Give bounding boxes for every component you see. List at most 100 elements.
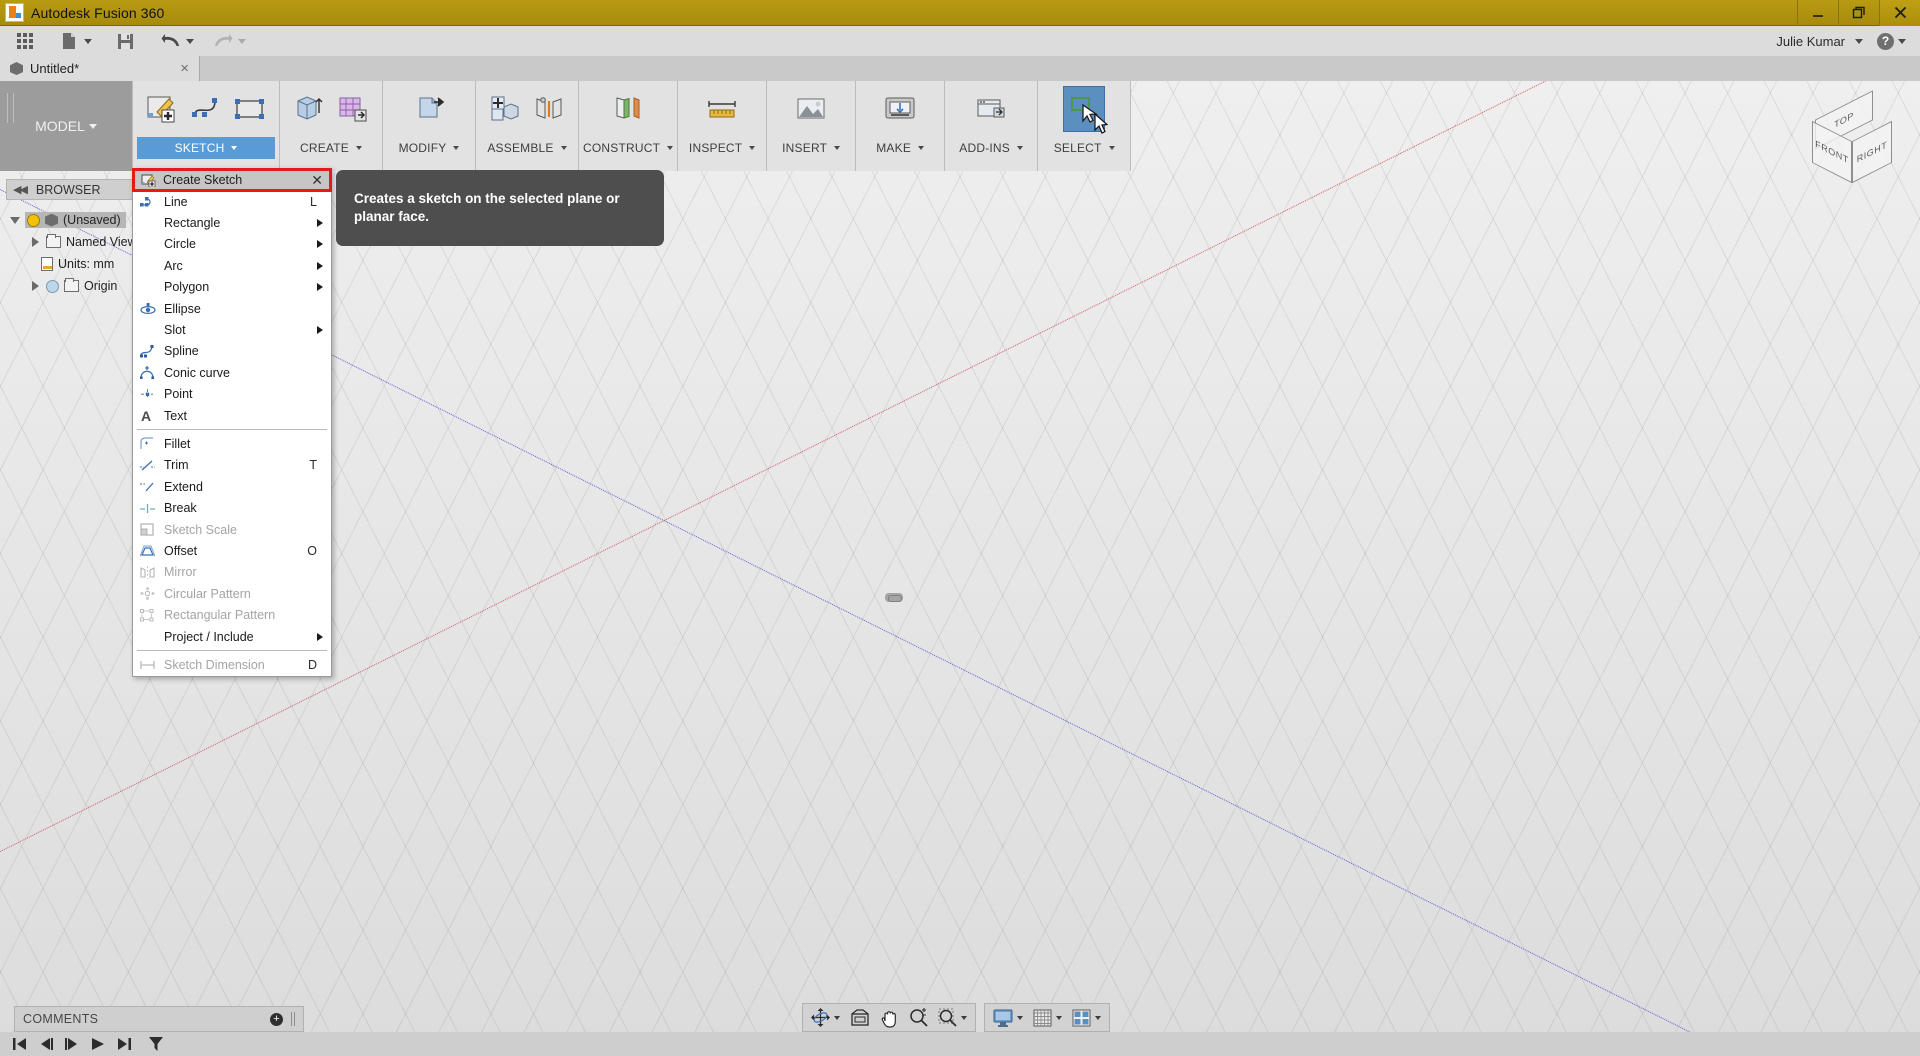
rectangle-button[interactable] [229, 86, 271, 132]
minimize-icon[interactable] [1797, 0, 1838, 26]
document-tab-untitled[interactable]: Untitled* × [0, 56, 200, 81]
chevron-right-icon[interactable] [32, 237, 39, 247]
grip-handle[interactable] [291, 1012, 295, 1026]
menu-item-fillet[interactable]: Fillet [133, 433, 331, 454]
new-document-button[interactable] [54, 26, 96, 56]
restore-icon[interactable] [1838, 0, 1879, 26]
menu-item-line[interactable]: Line L [133, 191, 331, 212]
chevron-down-icon[interactable] [1898, 38, 1906, 44]
look-at-button[interactable] [845, 1004, 875, 1031]
scripts-addins-button[interactable] [970, 86, 1012, 132]
close-icon[interactable]: × [180, 61, 189, 76]
zoom-fit-button[interactable] [933, 1004, 972, 1031]
user-name-label[interactable]: Julie Kumar [1776, 34, 1845, 49]
chevron-down-icon[interactable] [186, 38, 194, 44]
view-cube[interactable]: TOP FRONT RIGHT [1796, 90, 1892, 191]
light-bulb-icon[interactable] [27, 213, 40, 227]
menu-item-break[interactable]: Break [133, 497, 331, 518]
workspace-switcher-model[interactable]: MODEL [0, 81, 132, 171]
chevron-down-icon[interactable] [238, 38, 246, 44]
collapse-left-icon[interactable]: ◀◀ [13, 183, 28, 196]
measure-button[interactable] [701, 86, 743, 132]
create-sketch-button[interactable] [141, 86, 183, 132]
ribbon-tab-sketch[interactable]: SKETCH [137, 137, 275, 159]
ribbon-tab-inspect[interactable]: INSPECT [682, 137, 762, 159]
menu-item-text[interactable]: A Text [133, 405, 331, 426]
ribbon-tab-construct[interactable]: CONSTRUCT [583, 137, 674, 159]
chevron-down-icon[interactable] [1056, 1015, 1062, 1020]
folder-icon [46, 234, 61, 248]
menu-item-polygon[interactable]: Polygon [133, 277, 331, 298]
undo-button[interactable] [156, 26, 198, 56]
chevron-down-icon [231, 146, 238, 150]
menu-item-label: Line [164, 194, 188, 209]
extrude-button[interactable] [288, 86, 330, 132]
menu-item-extend[interactable]: Extend [133, 476, 331, 497]
ribbon-tab-modify[interactable]: MODIFY [387, 137, 471, 159]
zoom-button[interactable] [904, 1004, 933, 1031]
go-to-end-button[interactable] [112, 1033, 136, 1055]
menu-item-project-include[interactable]: Project / Include [133, 626, 331, 647]
chevron-down-icon[interactable] [834, 1015, 840, 1020]
press-pull-button[interactable] [408, 86, 450, 132]
menu-item-point[interactable]: Point [133, 384, 331, 405]
polygon-icon [139, 280, 156, 295]
grid-snaps-button[interactable] [1028, 1004, 1067, 1031]
mesh-create-button[interactable] [332, 86, 374, 132]
sketch-dimension-icon [139, 657, 156, 672]
pan-button[interactable] [875, 1004, 904, 1031]
ribbon-tab-make[interactable]: MAKE [860, 137, 940, 159]
add-comment-icon[interactable]: + [270, 1012, 283, 1026]
3d-print-button[interactable] [879, 86, 921, 132]
new-component-button[interactable] [484, 86, 526, 132]
chevron-down-icon[interactable] [961, 1015, 967, 1020]
chevron-right-icon [317, 261, 323, 270]
menu-header-create-sketch[interactable]: Create Sketch ✕ [132, 168, 332, 192]
menu-item-rectangle[interactable]: Rectangle [133, 212, 331, 233]
menu-item-arc[interactable]: Arc [133, 255, 331, 276]
chevron-down-icon[interactable] [84, 38, 92, 44]
play-button[interactable] [86, 1033, 110, 1055]
spline-button[interactable] [185, 86, 227, 132]
chevron-down-icon[interactable] [1017, 1015, 1023, 1020]
comments-bar[interactable]: COMMENTS + [14, 1006, 304, 1032]
menu-item-trim[interactable]: Trim T [133, 455, 331, 476]
save-button[interactable] [110, 26, 140, 56]
chevron-down-icon[interactable] [1095, 1015, 1101, 1020]
origin-marker[interactable] [885, 593, 903, 602]
chevron-down-icon[interactable] [1855, 38, 1863, 44]
step-back-button[interactable] [34, 1033, 58, 1055]
display-settings-button[interactable] [988, 1004, 1028, 1031]
menu-item-offset[interactable]: Offset O [133, 540, 331, 561]
close-icon[interactable] [1879, 0, 1920, 26]
menu-item-ellipse[interactable]: Ellipse [133, 298, 331, 319]
ribbon-tab-select[interactable]: SELECT [1042, 137, 1126, 159]
filter-button[interactable] [144, 1033, 168, 1055]
ribbon-tab-create[interactable]: CREATE [284, 137, 378, 159]
light-bulb-icon[interactable] [46, 279, 59, 293]
view-cube-face-right[interactable]: RIGHT [1852, 120, 1892, 184]
chevron-right-icon[interactable] [32, 281, 39, 291]
quick-access-toolbar: Julie Kumar ? [0, 26, 1920, 56]
help-icon[interactable]: ? [1877, 32, 1894, 50]
chevron-down-icon[interactable] [10, 216, 20, 224]
menu-item-circle[interactable]: Circle [133, 234, 331, 255]
viewports-button[interactable] [1067, 1004, 1106, 1031]
close-icon[interactable]: ✕ [311, 173, 323, 187]
ribbon-tab-addins[interactable]: ADD-INS [949, 137, 1033, 159]
insert-image-button[interactable] [790, 86, 832, 132]
offset-plane-button[interactable] [607, 86, 649, 132]
redo-button[interactable] [208, 26, 250, 56]
ribbon-panel-assemble: ASSEMBLE [476, 81, 579, 171]
ribbon-tab-assemble[interactable]: ASSEMBLE [480, 137, 574, 159]
menu-item-label: Slot [164, 323, 186, 338]
app-grid-button[interactable] [10, 26, 40, 56]
menu-item-spline[interactable]: Spline [133, 341, 331, 362]
menu-item-conic-curve[interactable]: Conic curve [133, 362, 331, 383]
joint-button[interactable] [528, 86, 570, 132]
menu-item-slot[interactable]: Slot [133, 319, 331, 340]
step-forward-button[interactable] [60, 1033, 84, 1055]
ribbon-tab-insert[interactable]: INSERT [771, 137, 851, 159]
orbit-button[interactable] [806, 1004, 845, 1031]
go-to-beginning-button[interactable] [8, 1033, 32, 1055]
